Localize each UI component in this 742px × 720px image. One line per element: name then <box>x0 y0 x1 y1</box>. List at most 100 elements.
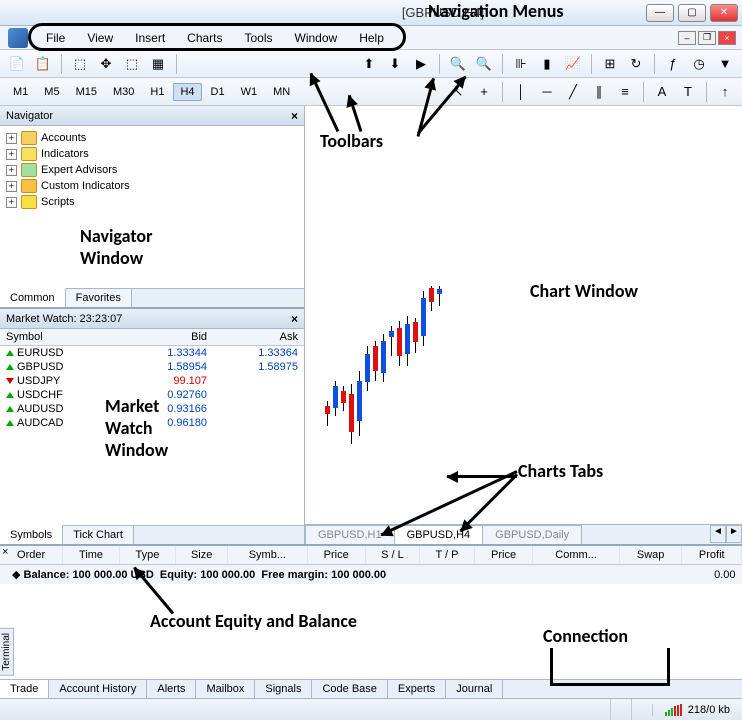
hline-button[interactable]: ─ <box>536 81 558 103</box>
mw-tab-symbols[interactable]: Symbols <box>0 525 63 544</box>
term-col[interactable]: Price <box>474 546 532 565</box>
term-tab-mailbox[interactable]: Mailbox <box>196 680 255 698</box>
navigator-close-icon[interactable]: × <box>291 109 298 123</box>
term-tab-alerts[interactable]: Alerts <box>147 680 196 698</box>
arrows-button[interactable]: ↑ <box>714 81 736 103</box>
chart-canvas[interactable] <box>305 106 742 524</box>
crosshair-button[interactable]: + <box>473 81 495 103</box>
nav-tab-favorites[interactable]: Favorites <box>66 289 132 307</box>
expand-icon[interactable]: + <box>6 197 17 208</box>
zoom-in-button[interactable]: 🔍 <box>447 53 469 75</box>
term-tab-trade[interactable]: Trade <box>0 680 49 698</box>
bar-chart-button[interactable]: ⊪ <box>510 53 532 75</box>
term-col[interactable]: S / L <box>365 546 419 565</box>
minimize-button[interactable]: — <box>646 4 674 22</box>
timeframe-M5[interactable]: M5 <box>37 83 66 101</box>
expand-icon[interactable]: + <box>6 149 17 160</box>
nav-item-indicators[interactable]: +Indicators <box>4 146 300 162</box>
mw-row[interactable]: GBPUSD1.589541.58975 <box>0 360 304 374</box>
new-chart-button[interactable]: 📄 <box>6 53 28 75</box>
nav-item-accounts[interactable]: +Accounts <box>4 130 300 146</box>
meta-button[interactable]: ⬇ <box>384 53 406 75</box>
term-tab-signals[interactable]: Signals <box>255 680 312 698</box>
timeframe-H1[interactable]: H1 <box>143 83 171 101</box>
mw-col-ask[interactable]: Ask <box>213 329 304 346</box>
inner-restore-button[interactable]: ❐ <box>698 31 716 45</box>
tester-toggle[interactable]: ▦ <box>147 53 169 75</box>
nav-item-expert-advisors[interactable]: +Expert Advisors <box>4 162 300 178</box>
market-watch-toggle[interactable]: ⬚ <box>69 53 91 75</box>
periods-button[interactable]: ◷ <box>688 53 710 75</box>
auto-trading-button[interactable]: ▶ <box>410 53 432 75</box>
timeframe-MN[interactable]: MN <box>266 83 297 101</box>
term-tab-experts[interactable]: Experts <box>388 680 446 698</box>
channel-button[interactable]: ∥ <box>588 81 610 103</box>
term-col[interactable]: Type <box>119 546 175 565</box>
profiles-button[interactable]: 📋 <box>32 53 54 75</box>
text-button[interactable]: A <box>651 81 673 103</box>
mw-col-bid[interactable]: Bid <box>122 329 213 346</box>
menu-tools[interactable]: Tools <box>235 28 283 48</box>
timeframe-M1[interactable]: M1 <box>6 83 35 101</box>
shift-button[interactable]: ⊞ <box>599 53 621 75</box>
candle-chart-button[interactable]: ▮ <box>536 53 558 75</box>
term-col[interactable]: Price <box>307 546 365 565</box>
term-col[interactable]: Comm... <box>533 546 620 565</box>
mw-col-symbol[interactable]: Symbol <box>0 329 122 346</box>
trendline-button[interactable]: ╱ <box>562 81 584 103</box>
mw-row[interactable]: USDCHF0.92760 <box>0 388 304 402</box>
term-col[interactable]: Symb... <box>228 546 307 565</box>
nav-item-scripts[interactable]: +Scripts <box>4 194 300 210</box>
text-label-button[interactable]: T <box>677 81 699 103</box>
zoom-out-button[interactable]: 🔍 <box>473 53 495 75</box>
menu-charts[interactable]: Charts <box>177 28 232 48</box>
close-button[interactable]: ✕ <box>710 4 738 22</box>
tab-scroll-right[interactable]: ► <box>726 525 742 543</box>
expand-icon[interactable]: + <box>6 133 17 144</box>
inner-minimize-button[interactable]: – <box>678 31 696 45</box>
nav-tab-common[interactable]: Common <box>0 288 66 307</box>
timeframe-M15[interactable]: M15 <box>69 83 104 101</box>
mw-row[interactable]: USDJPY99.107 <box>0 374 304 388</box>
timeframe-D1[interactable]: D1 <box>204 83 232 101</box>
term-col[interactable]: T / P <box>420 546 475 565</box>
menu-file[interactable]: File <box>36 28 75 48</box>
cursor-button[interactable]: ↖ <box>447 81 469 103</box>
mw-row[interactable]: AUDUSD0.93166 <box>0 402 304 416</box>
term-tab-code-base[interactable]: Code Base <box>312 680 387 698</box>
chart-tab[interactable]: GBPUSD,H4 <box>394 525 484 544</box>
menu-window[interactable]: Window <box>285 28 348 48</box>
terminal-toggle[interactable]: ⬚ <box>121 53 143 75</box>
menu-view[interactable]: View <box>77 28 123 48</box>
auto-scroll-button[interactable]: ↻ <box>625 53 647 75</box>
maximize-button[interactable]: ▢ <box>678 4 706 22</box>
terminal-close-icon[interactable]: × <box>0 545 11 559</box>
timeframe-H4[interactable]: H4 <box>173 83 201 101</box>
nav-item-custom-indicators[interactable]: +Custom Indicators <box>4 178 300 194</box>
inner-close-button[interactable]: × <box>718 31 736 45</box>
menu-insert[interactable]: Insert <box>125 28 175 48</box>
fibo-button[interactable]: ≡ <box>614 81 636 103</box>
connection-status[interactable]: 218/0 kb <box>652 704 742 716</box>
chart-tab[interactable]: GBPUSD,H1 <box>305 525 395 544</box>
expand-icon[interactable]: + <box>6 165 17 176</box>
new-order-button[interactable]: ⬆ <box>358 53 380 75</box>
tab-scroll-left[interactable]: ◄ <box>710 525 726 543</box>
expand-icon[interactable]: + <box>6 181 17 192</box>
term-col[interactable]: Swap <box>619 546 682 565</box>
term-tab-journal[interactable]: Journal <box>446 680 503 698</box>
timeframe-W1[interactable]: W1 <box>234 83 265 101</box>
term-col[interactable]: Profit <box>682 546 742 565</box>
market-watch-close-icon[interactable]: × <box>291 312 298 326</box>
mw-row[interactable]: AUDCAD0.96180 <box>0 416 304 430</box>
indicators-button[interactable]: ƒ <box>662 53 684 75</box>
term-col[interactable]: Time <box>63 546 120 565</box>
menu-help[interactable]: Help <box>349 28 394 48</box>
templates-button[interactable]: ▼ <box>714 53 736 75</box>
term-tab-account-history[interactable]: Account History <box>49 680 147 698</box>
term-col[interactable]: Size <box>176 546 228 565</box>
chart-tab[interactable]: GBPUSD,Daily <box>482 525 582 544</box>
mw-row[interactable]: EURUSD1.333441.33364 <box>0 346 304 361</box>
line-chart-button[interactable]: 📈 <box>562 53 584 75</box>
mw-tab-tick-chart[interactable]: Tick Chart <box>63 526 134 544</box>
